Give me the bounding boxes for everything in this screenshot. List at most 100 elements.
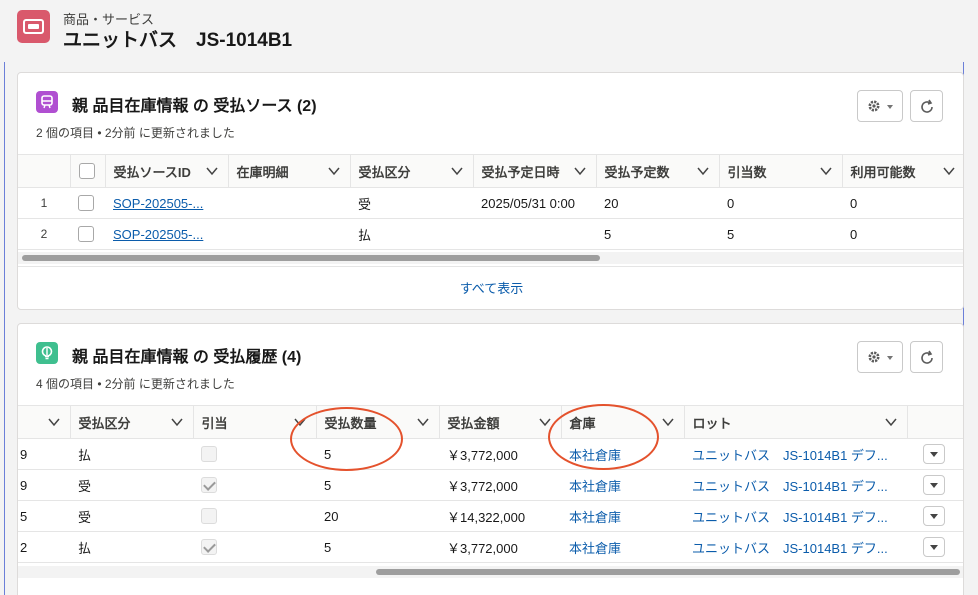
lot-link[interactable]: ユニットバス JS-1014B1 デフ...: [692, 541, 888, 556]
related-list-receipt-history: 親 品目在庫情報 の 受払履歴 (4) 4 個の項目 • 2分前 に更新されまし…: [17, 323, 964, 595]
chevron-down-icon[interactable]: [327, 166, 340, 176]
available-qty-cell: 0: [842, 218, 963, 250]
gear-icon: [868, 351, 880, 363]
product-object-icon: [17, 10, 50, 43]
refresh-button[interactable]: [910, 341, 943, 373]
allocated-checkbox: [201, 477, 217, 494]
inventory-detail-cell: [228, 218, 350, 250]
table-row: 5 受 20 ￥14,322,000 本社倉庫 ユニットバス JS-1014B1…: [18, 500, 963, 532]
chevron-down-icon[interactable]: [450, 166, 463, 176]
column-header[interactable]: 引当: [193, 405, 317, 439]
column-header[interactable]: 受払金額: [439, 405, 562, 439]
receipt-type-cell: 受: [350, 187, 473, 219]
scrollbar-thumb[interactable]: [22, 255, 600, 261]
row-actions-button[interactable]: [923, 506, 945, 526]
chevron-down-icon[interactable]: [573, 166, 586, 176]
chevron-down-icon[interactable]: [293, 417, 306, 427]
column-header[interactable]: 受払ソースID: [105, 154, 229, 188]
receipt-history-icon: [36, 342, 58, 364]
receipt-source-icon: [36, 91, 58, 113]
chevron-down-icon[interactable]: [170, 417, 183, 427]
chevron-down-icon: [887, 356, 893, 360]
chevron-down-icon: [887, 105, 893, 109]
allocated-checkbox: [201, 508, 217, 525]
row-number: 9: [18, 469, 70, 501]
table-row: 2 払 5 ￥3,772,000 本社倉庫 ユニットバス JS-1014B1 デ…: [18, 531, 963, 563]
warehouse-link[interactable]: 本社倉庫: [569, 479, 621, 494]
row-actions-button[interactable]: [923, 537, 945, 557]
lot-link[interactable]: ユニットバス JS-1014B1 デフ...: [692, 510, 888, 525]
planned-date-cell: 2025/05/31 0:00: [473, 187, 596, 219]
chevron-down-icon[interactable]: [205, 166, 218, 176]
scrollbar-thumb[interactable]: [376, 569, 960, 575]
select-all-checkbox[interactable]: [78, 163, 95, 180]
card-title[interactable]: 親 品目在庫情報 の 受払ソース (2): [72, 92, 317, 116]
column-header[interactable]: [18, 405, 71, 439]
lot-link[interactable]: ユニットバス JS-1014B1 デフ...: [692, 479, 888, 494]
column-header[interactable]: ロット: [684, 405, 908, 439]
receipt-source-id-link[interactable]: SOP-202505-...: [113, 227, 203, 242]
refresh-icon: [921, 99, 933, 113]
receipt-source-table: 受払ソースID 在庫明細 受払区分 受払予定日時 受払予定数 引当数 利用可能数…: [18, 154, 963, 250]
warehouse-link[interactable]: 本社倉庫: [569, 510, 621, 525]
list-settings-button[interactable]: [857, 341, 903, 373]
column-header[interactable]: 受払区分: [350, 154, 474, 188]
chevron-down-icon[interactable]: [416, 417, 429, 427]
planned-qty-cell: 20: [596, 187, 719, 219]
row-number: 1: [18, 187, 70, 219]
receipt-qty-cell: 5: [316, 531, 439, 563]
table-row: 1 SOP-202505-... 受 2025/05/31 0:00 20 0 …: [18, 187, 963, 219]
column-header[interactable]: 在庫明細: [228, 154, 351, 188]
row-number: 2: [18, 531, 70, 563]
planned-date-cell: [473, 218, 596, 250]
column-header[interactable]: 引当数: [719, 154, 843, 188]
receipt-qty-cell: 5: [316, 469, 439, 501]
row-checkbox[interactable]: [78, 195, 94, 212]
card-subtitle: 2 個の項目 • 2分前 に更新されました: [36, 126, 235, 140]
card-title[interactable]: 親 品目在庫情報 の 受払履歴 (4): [72, 343, 301, 367]
row-actions-button[interactable]: [923, 444, 945, 464]
table-row: 9 払 5 ￥3,772,000 本社倉庫 ユニットバス JS-1014B1 デ…: [18, 438, 963, 470]
column-header[interactable]: 利用可能数: [842, 154, 963, 188]
row-actions-button[interactable]: [923, 475, 945, 495]
table-header-row: 受払ソースID 在庫明細 受払区分 受払予定日時 受払予定数 引当数 利用可能数: [18, 154, 963, 188]
horizontal-scrollbar[interactable]: [18, 252, 963, 264]
receipt-type-cell: 受: [70, 500, 193, 532]
chevron-down-icon[interactable]: [819, 166, 832, 176]
refresh-button[interactable]: [910, 90, 943, 122]
lot-link[interactable]: ユニットバス JS-1014B1 デフ...: [692, 448, 888, 463]
chevron-down-icon[interactable]: [942, 166, 955, 176]
record-title: ユニットバス JS-1014B1: [63, 30, 293, 51]
list-settings-button[interactable]: [857, 90, 903, 122]
allocated-checkbox: [201, 539, 217, 556]
chevron-down-icon[interactable]: [884, 417, 897, 427]
related-list-receipt-source: 親 品目在庫情報 の 受払ソース (2) 2 個の項目 • 2分前 に更新されま…: [17, 72, 964, 310]
row-number: 2: [18, 218, 70, 250]
receipt-type-cell: 受: [70, 469, 193, 501]
chevron-down-icon[interactable]: [47, 417, 60, 427]
record-header: 商品・サービス ユニットバス JS-1014B1: [0, 0, 978, 62]
chevron-down-icon[interactable]: [538, 417, 551, 427]
column-header[interactable]: 受払区分: [70, 405, 194, 439]
chevron-down-icon[interactable]: [661, 417, 674, 427]
chevron-down-icon[interactable]: [696, 166, 709, 176]
receipt-history-table: 受払区分 引当 受払数量 受払金額 倉庫 ロット 9 払 5 ￥3,772,00…: [18, 405, 963, 563]
receipt-qty-cell: 20: [316, 500, 439, 532]
row-checkbox[interactable]: [78, 226, 94, 243]
table-row: 2 SOP-202505-... 払 5 5 0: [18, 218, 963, 250]
receipt-source-id-link[interactable]: SOP-202505-...: [113, 196, 203, 211]
allocated-checkbox: [201, 446, 217, 463]
horizontal-scrollbar[interactable]: [18, 566, 963, 578]
planned-qty-cell: 5: [596, 218, 719, 250]
column-header[interactable]: 倉庫: [561, 405, 685, 439]
card-subtitle: 4 個の項目 • 2分前 に更新されました: [36, 377, 235, 391]
column-header[interactable]: 受払数量: [316, 405, 440, 439]
receipt-type-cell: 払: [70, 531, 193, 563]
warehouse-link[interactable]: 本社倉庫: [569, 541, 621, 556]
warehouse-link[interactable]: 本社倉庫: [569, 448, 621, 463]
column-header[interactable]: 受払予定日時: [473, 154, 597, 188]
available-qty-cell: 0: [842, 187, 963, 219]
refresh-icon: [921, 350, 933, 364]
column-header[interactable]: 受払予定数: [596, 154, 720, 188]
view-all-link[interactable]: すべて表示: [18, 266, 963, 309]
